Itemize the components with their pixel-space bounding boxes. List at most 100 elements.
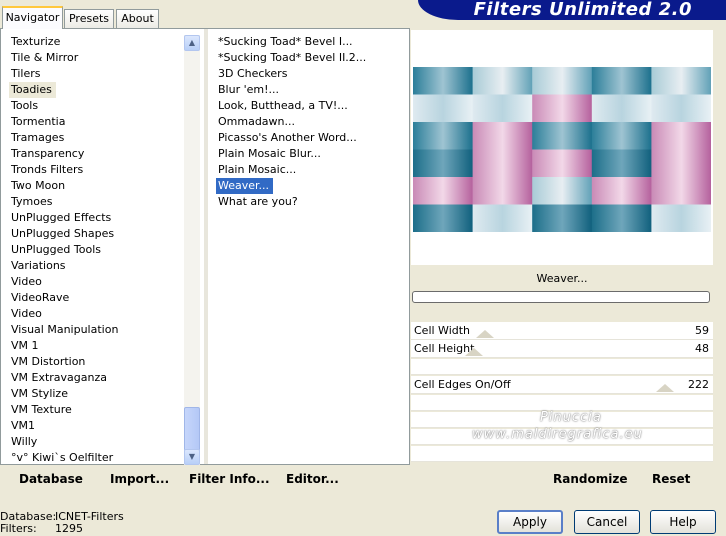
preview-tile xyxy=(532,149,593,178)
filter-list: *Sucking Toad* Bevel I... *Sucking Toad* … xyxy=(216,34,401,210)
category-scrollbar[interactable]: ▲ ▼ xyxy=(184,35,200,465)
category-item[interactable]: VM Distortion xyxy=(9,354,85,370)
tab-navigator[interactable]: Navigator xyxy=(2,6,63,29)
preview-tile xyxy=(472,67,533,95)
category-item[interactable]: Tile & Mirror xyxy=(9,50,78,66)
preview-tile xyxy=(413,204,474,232)
category-item[interactable]: VM 1 xyxy=(9,338,39,354)
category-item[interactable]: VM1 xyxy=(9,418,35,434)
category-item[interactable]: Video xyxy=(9,306,42,322)
category-item[interactable]: Transparency xyxy=(9,146,84,162)
preview-tile xyxy=(413,94,474,123)
category-item[interactable]: Tilers xyxy=(9,66,41,82)
category-item[interactable]: Visual Manipulation xyxy=(9,322,118,338)
slider-thumb[interactable] xyxy=(464,348,483,356)
watermark-url: www.maldiregrafica.eu xyxy=(472,427,643,442)
category-item[interactable]: VM Extravaganza xyxy=(9,370,107,386)
preview-tile xyxy=(591,94,652,123)
slider-cell-edges[interactable]: Cell Edges On/Off 222 xyxy=(411,376,713,394)
preview-tile xyxy=(651,67,711,95)
empty-control-row xyxy=(411,395,713,411)
filter-item[interactable]: Weaver... xyxy=(216,178,274,194)
apply-button[interactable]: Apply xyxy=(497,510,563,534)
preview-tile xyxy=(591,204,652,232)
filter-item[interactable]: *Sucking Toad* Bevel I... xyxy=(216,34,353,50)
category-item[interactable]: Tools xyxy=(9,98,38,114)
import-button[interactable]: Import... xyxy=(110,472,169,486)
preview-tile xyxy=(591,177,652,205)
app-banner: Filters Unlimited 2.0 xyxy=(418,0,726,20)
category-item[interactable]: Variations xyxy=(9,258,66,274)
category-item[interactable]: UnPlugged Effects xyxy=(9,210,111,226)
selected-filter-label: Weaver... xyxy=(411,268,713,290)
list-divider xyxy=(204,29,208,464)
preview-tile xyxy=(413,67,474,95)
reset-button[interactable]: Reset xyxy=(652,472,690,486)
scroll-down-button[interactable]: ▼ xyxy=(184,449,200,465)
slider-cell-height[interactable]: Cell Height 48 xyxy=(411,340,713,358)
preview-tile xyxy=(591,67,652,95)
slider-thumb[interactable] xyxy=(475,330,494,338)
slider-value: 48 xyxy=(695,342,709,355)
category-item[interactable]: Tronds Filters xyxy=(9,162,83,178)
preview-tile xyxy=(591,122,652,150)
empty-control-row xyxy=(411,446,713,462)
cancel-button[interactable]: Cancel xyxy=(574,510,640,534)
category-item[interactable]: Tymoes xyxy=(9,194,52,210)
category-item[interactable]: Two Moon xyxy=(9,178,65,194)
app-title: Filters Unlimited 2.0 xyxy=(473,0,692,20)
preview-image xyxy=(413,67,711,232)
slider-label: Cell Edges On/Off xyxy=(414,378,511,391)
category-item[interactable]: Texturize xyxy=(9,34,60,50)
status-filters: Filters: 1295 xyxy=(0,522,83,535)
category-item[interactable]: Tramages xyxy=(9,130,64,146)
preview-tile xyxy=(651,122,711,150)
filter-item[interactable]: 3D Checkers xyxy=(216,66,287,82)
preview-tile xyxy=(413,177,474,205)
filter-item[interactable]: Look, Butthead, a TV!... xyxy=(216,98,348,114)
preview-tile xyxy=(651,177,711,205)
filter-item[interactable]: Plain Mosaic... xyxy=(216,162,296,178)
filter-item[interactable]: *Sucking Toad* Bevel II.2... xyxy=(216,50,366,66)
category-item[interactable]: UnPlugged Shapes xyxy=(9,226,114,242)
slider-cell-width[interactable]: Cell Width 59 xyxy=(411,322,713,340)
preview-tile xyxy=(532,204,593,232)
preview-tile xyxy=(532,94,593,123)
filter-item[interactable]: Ommadawn... xyxy=(216,114,295,130)
preview-panel: Weaver... Cell Width 59 Cell Height 48 C… xyxy=(410,28,714,494)
slider-value: 59 xyxy=(695,324,709,337)
preview-tile xyxy=(413,149,474,178)
preview-tile xyxy=(651,94,711,123)
slider-thumb[interactable] xyxy=(656,384,675,392)
category-item[interactable]: VideoRave xyxy=(9,290,69,306)
editor-button[interactable]: Editor... xyxy=(286,472,339,486)
navigator-panel: Texturize Tile & Mirror Tilers Toadies Tools… xyxy=(0,28,410,465)
preview-tile xyxy=(532,177,593,205)
category-list: Texturize Tile & Mirror Tilers Toadies Tools… xyxy=(9,34,181,466)
category-item[interactable]: VM Texture xyxy=(9,402,72,418)
preview-tile xyxy=(472,204,533,232)
preview-tile xyxy=(413,122,474,150)
category-item[interactable]: Toadies xyxy=(9,82,56,98)
help-button[interactable]: Help xyxy=(650,510,716,534)
randomize-button[interactable]: Randomize xyxy=(553,472,627,486)
category-item[interactable]: UnPlugged Tools xyxy=(9,242,101,258)
scrollbar-thumb[interactable] xyxy=(184,407,200,451)
filter-item[interactable]: Picasso's Another Word... xyxy=(216,130,357,146)
filter-item[interactable]: Plain Mosaic Blur... xyxy=(216,146,321,162)
filter-item[interactable]: Blur 'em!... xyxy=(216,82,279,98)
tab-about[interactable]: About xyxy=(116,9,159,28)
category-item[interactable]: Video xyxy=(9,274,42,290)
category-item[interactable]: Tormentia xyxy=(9,114,65,130)
preview-tile xyxy=(472,149,533,178)
database-button[interactable]: Database xyxy=(19,472,83,486)
category-item[interactable]: VM Stylize xyxy=(9,386,68,402)
status-filters-label: Filters: xyxy=(0,522,37,535)
tab-presets[interactable]: Presets xyxy=(64,9,114,28)
watermark-name: Pinuccia xyxy=(540,410,602,425)
scroll-up-button[interactable]: ▲ xyxy=(184,35,200,51)
filter-info-button[interactable]: Filter Info... xyxy=(189,472,270,486)
category-item[interactable]: Willy xyxy=(9,434,37,450)
category-item[interactable]: °v° Kiwi`s Oelfilter xyxy=(9,450,113,466)
filter-item[interactable]: What are you? xyxy=(216,194,298,210)
